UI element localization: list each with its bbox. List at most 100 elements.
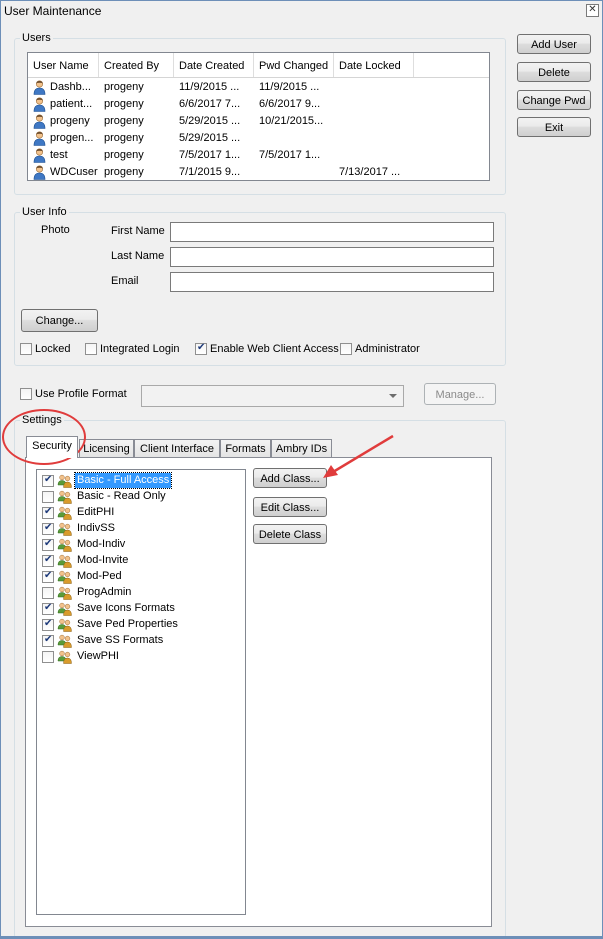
cell-date-locked bbox=[339, 79, 415, 96]
cell-pwd-changed bbox=[259, 164, 335, 180]
class-checkbox[interactable] bbox=[42, 587, 54, 599]
integrated-login-label: Integrated Login bbox=[100, 343, 180, 355]
class-checkbox[interactable] bbox=[42, 634, 54, 647]
cell-name: test bbox=[50, 149, 68, 161]
class-checkbox[interactable] bbox=[42, 651, 54, 663]
column-header-date-locked[interactable]: Date Locked bbox=[334, 53, 414, 77]
tab-client-interface[interactable]: Client Interface bbox=[134, 439, 220, 458]
cell-created-by: progeny bbox=[104, 98, 144, 110]
administrator-checkbox[interactable] bbox=[340, 343, 352, 355]
class-checkbox[interactable] bbox=[42, 570, 54, 583]
class-label: Basic - Read Only bbox=[77, 490, 166, 502]
administrator-label: Administrator bbox=[355, 343, 420, 355]
cell-name: WDCuser bbox=[50, 166, 98, 178]
column-header-user-name[interactable]: User Name bbox=[28, 53, 99, 77]
annotation-arrow bbox=[323, 434, 394, 478]
table-row[interactable]: progeny progeny 5/29/2015 ... 10/21/2015... bbox=[28, 113, 489, 130]
profile-format-select[interactable] bbox=[141, 385, 404, 407]
column-header-created-by[interactable]: Created By bbox=[99, 53, 174, 77]
column-header-date-created[interactable]: Date Created bbox=[174, 53, 254, 77]
class-label: ViewPHI bbox=[77, 650, 119, 662]
class-checkbox[interactable] bbox=[42, 491, 54, 503]
cell-date-locked bbox=[339, 96, 415, 113]
cell-created-by: progeny bbox=[104, 132, 144, 144]
class-checkbox[interactable] bbox=[42, 618, 54, 631]
table-row[interactable]: patient... progeny 6/6/2017 7... 6/6/2017 9… bbox=[28, 96, 489, 113]
class-label: Basic - Full Access bbox=[73, 472, 173, 489]
cell-date-created: 5/29/2015 ... bbox=[179, 115, 241, 127]
last-name-field[interactable] bbox=[170, 247, 494, 267]
class-label: Save Icons Formats bbox=[77, 602, 175, 614]
cell-pwd-changed: 10/21/2015... bbox=[259, 115, 324, 127]
cell-date-created: 7/1/2015 9... bbox=[179, 166, 241, 178]
exit-button[interactable]: Exit bbox=[517, 117, 591, 137]
cell-name: progen... bbox=[50, 132, 94, 144]
photo-label: Photo bbox=[41, 224, 70, 236]
users-list[interactable]: User Name Created By Date Created Pwd Ch… bbox=[27, 52, 490, 181]
column-header-pwd-changed[interactable]: Pwd Changed bbox=[254, 53, 334, 77]
cell-date-created: 6/6/2017 7... bbox=[179, 98, 241, 110]
class-label: Save Ped Properties bbox=[77, 618, 178, 630]
table-row[interactable]: progen... progeny 5/29/2015 ... bbox=[28, 130, 489, 147]
last-name-label: Last Name bbox=[111, 250, 165, 262]
cell-pwd-changed bbox=[259, 130, 335, 147]
tab-formats[interactable]: Formats bbox=[220, 439, 271, 458]
use-profile-format-checkbox[interactable] bbox=[20, 388, 32, 400]
users-group-label: Users bbox=[20, 32, 53, 44]
edit-class-button[interactable]: Edit Class... bbox=[253, 497, 327, 517]
cell-pwd-changed: 7/5/2017 1... bbox=[259, 149, 321, 161]
cell-date-created: 5/29/2015 ... bbox=[179, 132, 241, 144]
tab-security[interactable]: Security bbox=[26, 436, 78, 458]
email-label: Email bbox=[111, 275, 139, 287]
locked-checkbox[interactable] bbox=[20, 343, 32, 355]
cell-date-locked bbox=[339, 130, 415, 147]
web-client-access-checkbox[interactable] bbox=[195, 342, 207, 355]
cell-created-by: progeny bbox=[104, 149, 144, 161]
table-row[interactable]: Dashb... progeny 11/9/2015 ... 11/9/2015 ..… bbox=[28, 79, 489, 96]
cell-date-locked bbox=[339, 147, 415, 164]
class-checkbox[interactable] bbox=[42, 506, 54, 519]
email-field[interactable] bbox=[170, 272, 494, 292]
manage-button[interactable]: Manage... bbox=[424, 383, 496, 405]
title-bar: User Maintenance ✕ bbox=[1, 1, 602, 21]
cell-date-created: 11/9/2015 ... bbox=[179, 81, 240, 93]
cell-date-locked bbox=[339, 113, 415, 130]
change-photo-button[interactable]: Change... bbox=[21, 309, 98, 332]
web-client-access-label: Enable Web Client Access bbox=[210, 343, 339, 355]
close-button[interactable]: ✕ bbox=[586, 4, 599, 17]
tab-licensing[interactable]: Licensing bbox=[79, 439, 134, 458]
security-class-list[interactable]: Basic - Full AccessBasic - Read Only Edit… bbox=[36, 469, 246, 915]
table-row[interactable]: WDCuser progeny 7/1/2015 9... 7/13/2017 ... bbox=[28, 164, 489, 180]
cell-pwd-changed: 6/6/2017 9... bbox=[259, 98, 321, 110]
add-user-button[interactable]: Add User bbox=[517, 34, 591, 54]
class-checkbox[interactable] bbox=[42, 554, 54, 567]
first-name-label: First Name bbox=[111, 225, 165, 237]
users-list-header: User Name Created By Date Created Pwd Ch… bbox=[28, 53, 489, 78]
cell-created-by: progeny bbox=[104, 115, 144, 127]
class-label: Mod-Invite bbox=[77, 554, 129, 566]
class-label: Mod-Ped bbox=[77, 570, 122, 582]
class-checkbox[interactable] bbox=[42, 538, 54, 551]
class-checkbox[interactable] bbox=[42, 474, 54, 487]
locked-label: Locked bbox=[35, 343, 71, 355]
class-label: IndivSS bbox=[77, 522, 115, 534]
change-pwd-button[interactable]: Change Pwd bbox=[517, 90, 591, 110]
window-bottom-border bbox=[1, 936, 602, 938]
class-label: EditPHI bbox=[77, 506, 115, 518]
window-title: User Maintenance bbox=[4, 4, 102, 18]
class-label: ProgAdmin bbox=[77, 586, 132, 598]
class-checkbox[interactable] bbox=[42, 602, 54, 615]
first-name-field[interactable] bbox=[170, 222, 494, 242]
user-maintenance-window: User Maintenance ✕ Users User Name Creat… bbox=[0, 0, 603, 939]
cell-created-by: progeny bbox=[104, 81, 144, 93]
delete-user-button[interactable]: Delete bbox=[517, 62, 591, 82]
integrated-login-checkbox[interactable] bbox=[85, 343, 97, 355]
chevron-down-icon bbox=[389, 394, 397, 398]
class-label: Save SS Formats bbox=[77, 634, 164, 646]
user-info-group-label: User Info bbox=[20, 206, 69, 218]
cell-date-locked: 7/13/2017 ... bbox=[339, 166, 401, 178]
table-row[interactable]: test progeny 7/5/2017 1... 7/5/2017 1... bbox=[28, 147, 489, 164]
add-class-button[interactable]: Add Class... bbox=[253, 468, 327, 488]
class-checkbox[interactable] bbox=[42, 522, 54, 535]
delete-class-button[interactable]: Delete Class bbox=[253, 524, 327, 544]
